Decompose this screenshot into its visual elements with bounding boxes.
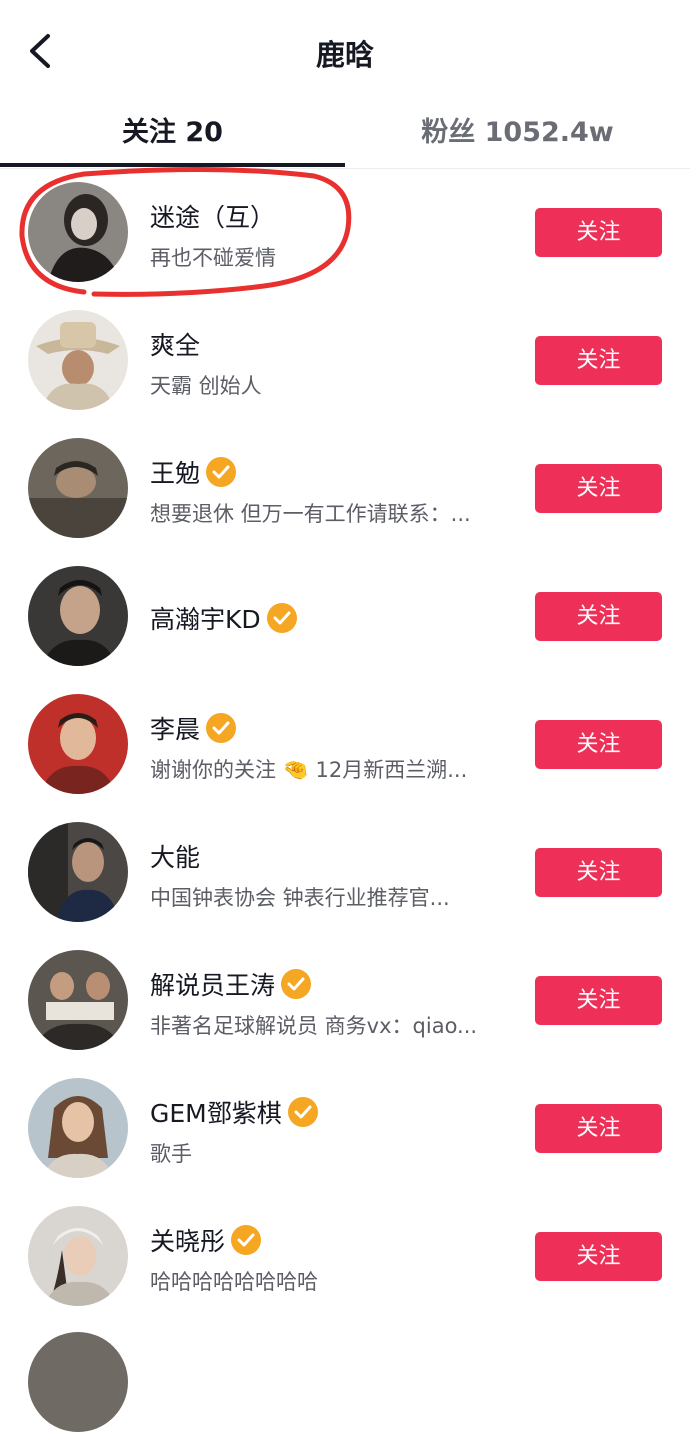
avatar[interactable]: [28, 822, 128, 922]
page-title: 鹿晗: [315, 38, 374, 72]
follow-button[interactable]: 关注: [535, 208, 662, 257]
follow-button[interactable]: 关注: [535, 848, 662, 897]
tab-following[interactable]: 关注 20: [0, 110, 345, 160]
user-name[interactable]: 爽全: [150, 326, 200, 362]
avatar[interactable]: [28, 950, 128, 1050]
user-bio: 天霸 创始人: [150, 374, 262, 398]
user-bio: 非著名足球解说员 商务vx：qiao...: [150, 1014, 478, 1038]
user-name[interactable]: 李晨: [150, 710, 200, 746]
avatar[interactable]: [28, 694, 128, 794]
tab-bar: 关注 20 粉丝 1052.4w: [0, 100, 690, 169]
user-bio: 想要退休 但万一有工作请联系：...: [150, 502, 471, 526]
user-bio: 中国钟表协会 钟表行业推荐官...: [150, 886, 450, 910]
user-name[interactable]: GEM鄧紫棋: [150, 1094, 282, 1130]
follow-button[interactable]: 关注: [535, 976, 662, 1025]
follow-button[interactable]: 关注: [535, 720, 662, 769]
verified-badge-icon: [266, 603, 297, 633]
avatar[interactable]: [28, 566, 128, 666]
follow-button[interactable]: 关注: [535, 1232, 662, 1281]
follow-button[interactable]: 关注: [535, 464, 662, 513]
active-tab-indicator: [0, 163, 345, 167]
verified-badge-icon: [206, 457, 237, 487]
avatar[interactable]: [28, 438, 128, 538]
list-item[interactable]: 迷途（互） 再也不碰爱情 关注: [0, 168, 690, 296]
verified-badge-icon: [206, 713, 237, 743]
verified-badge-icon: [287, 1097, 318, 1127]
following-list: 迷途（互） 再也不碰爱情 关注 爽全 天霸 创始人 关注 王勉 想要退休 但万一…: [0, 168, 690, 1351]
avatar[interactable]: [28, 1206, 128, 1306]
user-bio: 再也不碰爱情: [150, 246, 276, 270]
tab-fans[interactable]: 粉丝 1052.4w: [345, 110, 690, 160]
follow-button[interactable]: 关注: [535, 1104, 662, 1153]
user-name[interactable]: 关晓彤: [150, 1222, 225, 1258]
avatar[interactable]: [28, 182, 128, 282]
user-name[interactable]: 高瀚宇KD: [150, 600, 261, 636]
user-name[interactable]: 大能: [150, 838, 200, 874]
list-item[interactable]: 解说员王涛 非著名足球解说员 商务vx：qiao... 关注: [0, 936, 690, 1064]
user-name[interactable]: 迷途（互）: [150, 198, 275, 234]
list-item[interactable]: 王勉 想要退休 但万一有工作请联系：... 关注: [0, 424, 690, 552]
top-bar: 鹿晗: [0, 0, 690, 100]
verified-badge-icon: [281, 969, 312, 999]
user-bio: 哈哈哈哈哈哈哈哈: [150, 1270, 318, 1294]
avatar[interactable]: [28, 1332, 128, 1432]
list-item[interactable]: 爽全 天霸 创始人 关注: [0, 296, 690, 424]
list-item[interactable]: GEM鄧紫棋 歌手 关注: [0, 1064, 690, 1192]
list-item[interactable]: 大能 中国钟表协会 钟表行业推荐官... 关注: [0, 808, 690, 936]
avatar[interactable]: [28, 1078, 128, 1178]
list-item[interactable]: 关晓彤 哈哈哈哈哈哈哈哈 关注: [0, 1192, 690, 1320]
follow-button[interactable]: 关注: [535, 336, 662, 385]
list-item[interactable]: 李晨 谢谢你的关注 🤏 12月新西兰溯... 关注: [0, 680, 690, 808]
user-name[interactable]: 解说员王涛: [150, 966, 275, 1002]
user-bio: 歌手: [150, 1142, 192, 1166]
user-name[interactable]: 王勉: [150, 454, 200, 490]
verified-badge-icon: [231, 1225, 262, 1255]
follow-button[interactable]: 关注: [535, 592, 662, 641]
list-item[interactable]: 高瀚宇KD 关注: [0, 552, 690, 680]
avatar[interactable]: [28, 310, 128, 410]
user-bio: 谢谢你的关注 🤏 12月新西兰溯...: [150, 758, 468, 782]
